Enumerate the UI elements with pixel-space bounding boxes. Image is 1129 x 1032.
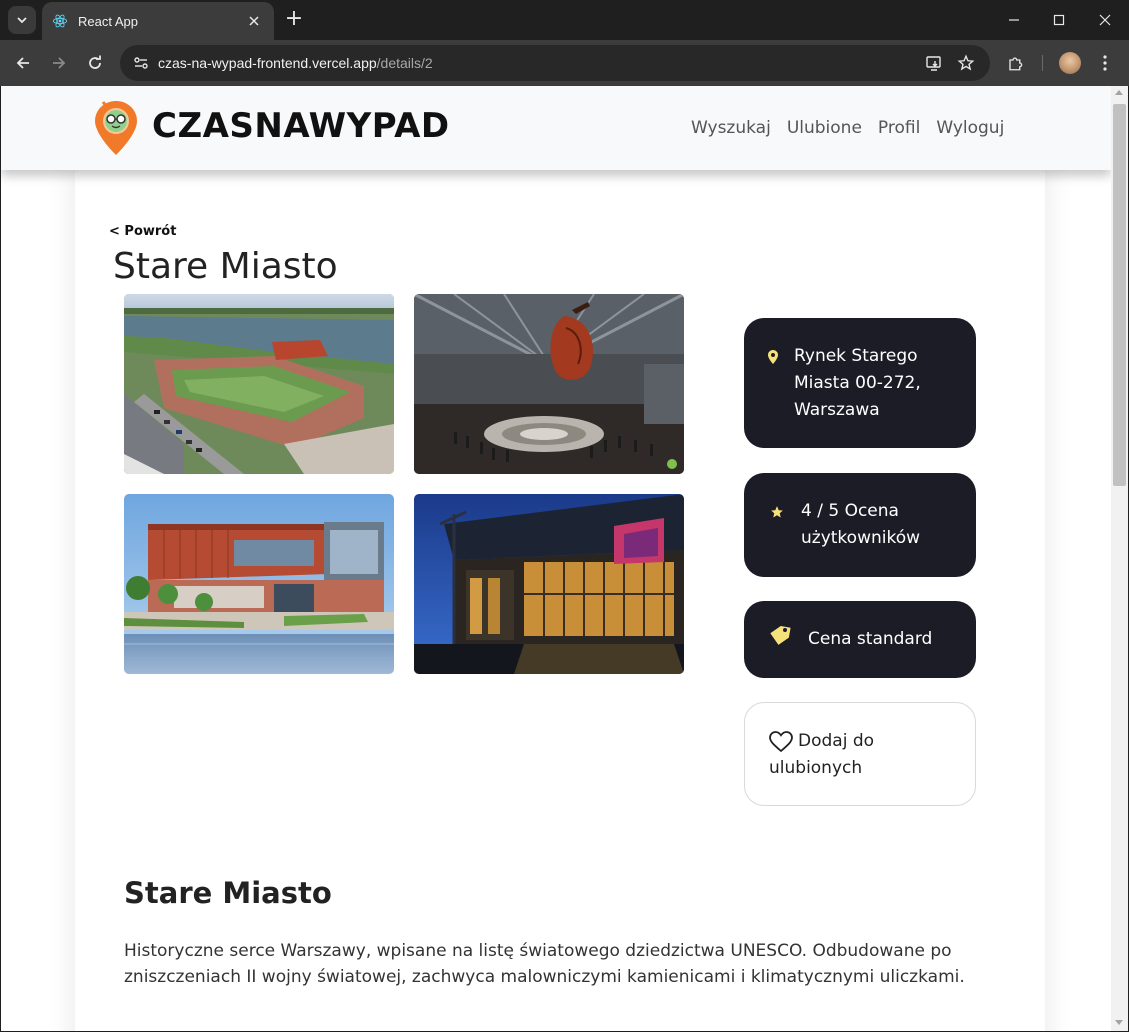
tab-search-button[interactable] bbox=[8, 6, 36, 34]
reload-icon[interactable] bbox=[81, 49, 109, 77]
minimize-icon[interactable] bbox=[1000, 6, 1028, 34]
forward-arrow-icon[interactable] bbox=[45, 49, 73, 77]
browser-menu-icon[interactable] bbox=[1091, 49, 1119, 77]
photo-night-entrance[interactable] bbox=[414, 494, 684, 674]
description-heading: Stare Miasto bbox=[124, 876, 332, 910]
price-tag-icon bbox=[770, 625, 791, 645]
browser-tab-strip: React App + bbox=[0, 0, 1129, 40]
nav-ulubione[interactable]: Ulubione bbox=[787, 118, 862, 138]
new-tab-plus-icon[interactable]: + bbox=[282, 8, 306, 32]
nav-profil[interactable]: Profil bbox=[878, 118, 920, 138]
site-info-icon[interactable] bbox=[126, 48, 156, 78]
bookmark-star-icon[interactable] bbox=[952, 49, 980, 77]
nav-wyszukaj[interactable]: Wyszukaj bbox=[691, 118, 771, 138]
maximize-icon[interactable] bbox=[1045, 6, 1073, 34]
rating-text: 4 / 5 Ocena użytkowników bbox=[801, 501, 921, 548]
rating-card: 4 / 5 Ocena użytkowników bbox=[744, 473, 976, 577]
scroll-down-arrow-icon[interactable] bbox=[1115, 1020, 1123, 1025]
browser-tab[interactable]: React App bbox=[42, 2, 274, 40]
brand-name[interactable]: CZASNAWYPAD bbox=[152, 106, 450, 146]
extensions-puzzle-icon[interactable] bbox=[1002, 49, 1030, 77]
site-header: CZASNAWYPAD Wyszukaj Ulubione Profil Wyl… bbox=[1, 86, 1111, 170]
page-title: Stare Miasto bbox=[113, 246, 338, 287]
install-app-icon[interactable] bbox=[920, 49, 948, 77]
profile-avatar[interactable] bbox=[1056, 49, 1084, 77]
nav-wyloguj[interactable]: Wyloguj bbox=[936, 118, 1004, 138]
main-nav: Wyszukaj Ulubione Profil Wyloguj bbox=[691, 118, 1020, 138]
url-text: czas-na-wypad-frontend.vercel.app/detail… bbox=[158, 55, 433, 71]
photo-riverside-building[interactable] bbox=[124, 494, 394, 674]
address-bar[interactable]: czas-na-wypad-frontend.vercel.app/detail… bbox=[120, 45, 990, 81]
toolbar-separator bbox=[1042, 55, 1043, 71]
page-scrollbar[interactable] bbox=[1111, 86, 1128, 1031]
react-favicon-icon bbox=[52, 14, 68, 28]
scroll-thumb[interactable] bbox=[1113, 104, 1126, 486]
photo-interior-hall[interactable] bbox=[414, 294, 684, 474]
address-card: Rynek Starego Miasta 00-272, Warszawa bbox=[744, 318, 976, 448]
tab-close-icon[interactable] bbox=[244, 11, 264, 31]
close-window-icon[interactable] bbox=[1091, 6, 1119, 34]
favorite-label: Dodaj do ulubionych bbox=[769, 731, 875, 778]
chevron-down-icon bbox=[17, 17, 27, 24]
browser-toolbar: czas-na-wypad-frontend.vercel.app/detail… bbox=[0, 40, 1129, 86]
star-icon bbox=[771, 506, 783, 518]
photo-aerial-roof-garden[interactable] bbox=[124, 294, 394, 474]
scroll-up-arrow-icon[interactable] bbox=[1115, 90, 1123, 95]
back-link[interactable]: < Powrót bbox=[109, 224, 176, 239]
back-arrow-icon[interactable] bbox=[9, 49, 37, 77]
price-card: Cena standard bbox=[744, 601, 976, 678]
address-text: Rynek Starego Miasta 00-272, Warszawa bbox=[794, 346, 921, 420]
description-text: Historyczne serce Warszawy, wpisane na l… bbox=[124, 941, 965, 987]
price-text: Cena standard bbox=[808, 629, 933, 649]
add-to-favorites-button[interactable]: Dodaj do ulubionych bbox=[744, 702, 976, 806]
logo-pin-icon[interactable] bbox=[93, 99, 139, 157]
page-viewport: CZASNAWYPAD Wyszukaj Ulubione Profil Wyl… bbox=[1, 86, 1111, 1031]
location-pin-icon bbox=[768, 350, 778, 364]
tab-title: React App bbox=[78, 13, 138, 29]
